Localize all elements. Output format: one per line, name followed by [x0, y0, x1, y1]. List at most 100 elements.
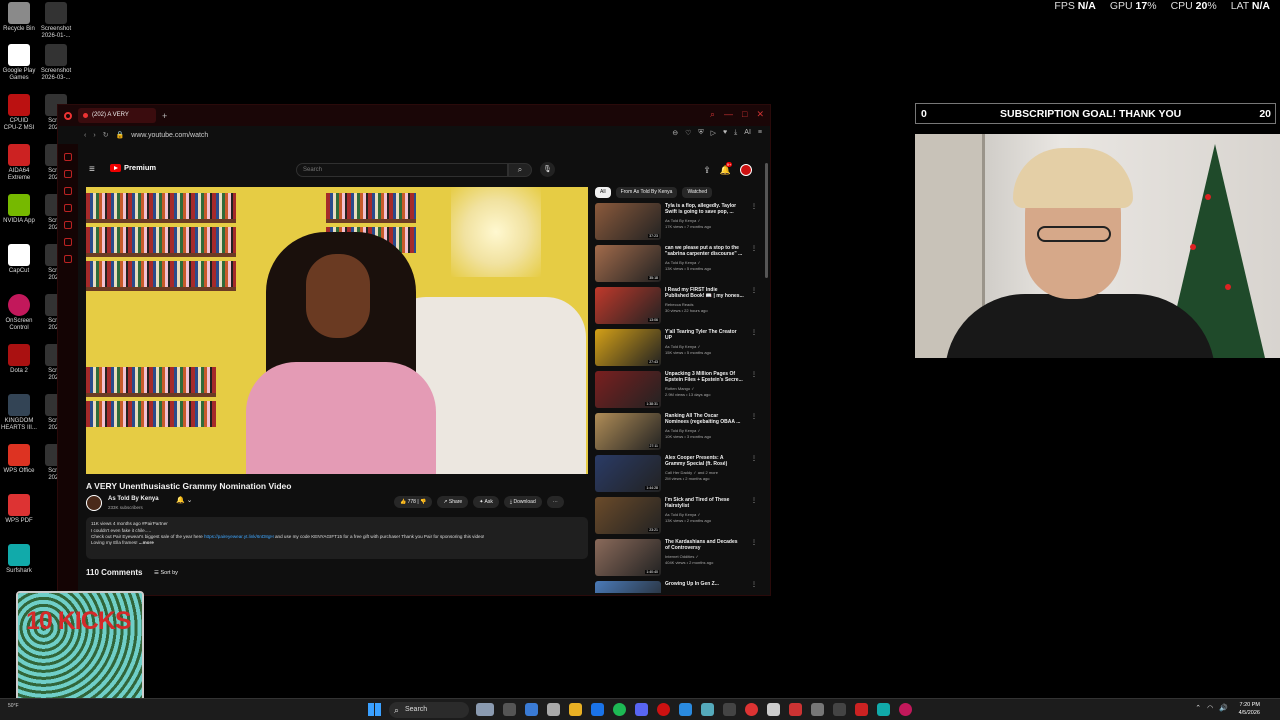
microphone-icon[interactable]: 🎙	[540, 162, 555, 177]
download-icon[interactable]: ⤓	[734, 129, 737, 137]
more-options-icon[interactable]: ⋮	[751, 329, 757, 336]
recommended-title[interactable]: Tyla is a flop, allegedly. Taylor Swift …	[665, 203, 749, 215]
recommended-video[interactable]: 27:11 Ranking All The Oscar Nominees (reg…	[595, 413, 757, 453]
capcut-icon[interactable]: CapCut	[0, 244, 38, 275]
more-options-icon[interactable]: ⋮	[751, 287, 757, 294]
app-icon[interactable]	[789, 703, 802, 716]
recommended-video[interactable]: 1:44:28 Alex Cooper Presents: A Grammy Sp…	[595, 455, 757, 495]
recommended-channel[interactable]: Internet Oddities ✓	[665, 554, 699, 559]
wps-office-icon[interactable]: WPS Office	[0, 444, 38, 475]
chip-from-channel[interactable]: From As Told By Kenya	[615, 187, 678, 198]
sidebar-app-icon[interactable]	[64, 238, 72, 246]
scrollbar[interactable]	[765, 163, 768, 278]
maximize-icon[interactable]: □	[742, 109, 747, 120]
channel-name[interactable]: As Told By Kenya	[108, 496, 159, 502]
video-thumbnail[interactable]	[595, 581, 661, 593]
search-icon[interactable]: ⌕	[710, 109, 715, 120]
sidebar-app-icon[interactable]	[64, 221, 72, 229]
nvidia-app-icon[interactable]: NVIDIA App	[0, 194, 38, 225]
recommended-video[interactable]: Growing Up In Gen Z...Tokomon ✓⋮	[595, 581, 755, 593]
kingdom-hearts-icon[interactable]: KINGDOM HEARTS III...	[0, 394, 38, 432]
recommended-channel[interactable]: Rotten Mango ✓	[665, 386, 695, 391]
onscreen-control-icon[interactable]: OnScreen Control	[0, 294, 38, 332]
screenshot-file-icon[interactable]: Screenshot 2026-01-...	[37, 2, 75, 40]
windows-start-icon[interactable]	[368, 703, 381, 716]
video-player[interactable]	[86, 187, 588, 474]
more-actions-button[interactable]: ⋯	[546, 496, 564, 508]
video-thumbnail[interactable]: 37:23	[595, 203, 661, 240]
recommended-channel[interactable]: As Told By Kenya ✓	[665, 218, 701, 223]
video-thumbnail[interactable]: 1:44:28	[595, 455, 661, 492]
recommended-video[interactable]: 1:40:40 The Kardashians and Decades of Co…	[595, 539, 757, 579]
more-options-icon[interactable]: ⋮	[751, 497, 757, 504]
search-button[interactable]: ⌕	[508, 163, 532, 177]
recommended-channel[interactable]: Rebecca Reads	[665, 302, 693, 307]
spotify-icon[interactable]	[613, 703, 626, 716]
recommended-video[interactable]: 35:18 can we please put a stop to the "sa…	[595, 245, 757, 285]
app-icon[interactable]	[833, 703, 846, 716]
recommended-video[interactable]: 27:43 Y'all Tearing Tyler The Creator UP A…	[595, 329, 757, 369]
opera-icon[interactable]	[657, 703, 670, 716]
more-options-icon[interactable]: ⋮	[751, 581, 755, 588]
opera-icon[interactable]	[64, 111, 72, 120]
edge-icon[interactable]	[591, 703, 604, 716]
notifications-icon[interactable]: 🔔 9+	[720, 161, 733, 176]
channel-avatar[interactable]	[86, 495, 102, 511]
recommended-channel[interactable]: Call Her Daddy ✓ and 2 more	[665, 470, 718, 475]
chip-watched[interactable]: Watched	[682, 187, 712, 198]
video-thumbnail[interactable]: 13:06	[595, 287, 661, 324]
network-icon[interactable]: ◠	[1207, 704, 1213, 712]
hamburger-menu-icon[interactable]: ≡	[89, 164, 95, 175]
app-icon[interactable]	[723, 703, 736, 716]
like-button[interactable]: 👍 778 | 👎	[394, 496, 433, 508]
folder-icon[interactable]	[569, 703, 582, 716]
menu-icon[interactable]: ≡	[758, 129, 762, 137]
video-thumbnail[interactable]: 1:38:31	[595, 371, 661, 408]
back-icon[interactable]: ‹	[84, 132, 86, 139]
sidebar-app-icon[interactable]	[64, 204, 72, 212]
app-icon[interactable]	[767, 703, 780, 716]
description-link[interactable]: https://paireyewear.yt.link/6nD8gH	[204, 534, 274, 539]
app-icon[interactable]	[811, 703, 824, 716]
app-icon[interactable]	[701, 703, 714, 716]
aida64-icon[interactable]: AIDA64 Extreme	[0, 144, 38, 182]
recommended-title[interactable]: Ranking All The Oscar Nominees (regebait…	[665, 413, 749, 425]
recommended-channel[interactable]: As Told By Kenya ✓	[665, 344, 701, 349]
zoom-icon[interactable]: ⊖	[672, 129, 678, 137]
forward-icon[interactable]: ›	[93, 132, 95, 139]
minimize-icon[interactable]: —	[724, 109, 733, 120]
new-tab-button[interactable]: +	[162, 111, 167, 121]
recommended-video[interactable]: 13:06 I Read my FIRST Indie Published Boo…	[595, 287, 757, 327]
shield-icon[interactable]: ⛨	[698, 129, 703, 137]
video-thumbnail[interactable]: 1:40:40	[595, 539, 661, 576]
recommended-title[interactable]: Alex Cooper Presents: A Grammy Special (…	[665, 455, 749, 467]
video-thumbnail[interactable]: 23:21	[595, 497, 661, 534]
recommended-title[interactable]: Y'all Tearing Tyler The Creator UP	[665, 329, 749, 341]
more-options-icon[interactable]: ⋮	[751, 203, 757, 210]
weather-widget[interactable]: 50°F	[8, 703, 19, 709]
surfshark-icon[interactable]	[877, 703, 890, 716]
more-options-icon[interactable]: ⋮	[751, 245, 757, 252]
chip-all[interactable]: All	[595, 187, 611, 198]
ask-button[interactable]: ✦ Ask	[473, 496, 499, 508]
recommended-title[interactable]: The Kardashians and Decades of Controver…	[665, 539, 749, 551]
account-avatar[interactable]	[740, 164, 752, 176]
copilot-icon[interactable]	[525, 703, 538, 716]
recommended-channel[interactable]: As Told By Kenya ✓	[665, 512, 701, 517]
cpu-z-icon[interactable]: CPUID CPU-Z MSI	[0, 94, 38, 132]
recommended-video[interactable]: 23:21 I'm Sick and Tired of These Hairsty…	[595, 497, 757, 537]
sort-by-button[interactable]: ☰ Sort by	[154, 570, 178, 576]
recommended-channel[interactable]: As Told By Kenya ✓	[665, 428, 701, 433]
screenshot-file-icon[interactable]: Screenshot 2026-03-...	[37, 44, 75, 82]
recommended-title[interactable]: Unpacking 3 Million Pages Of Epstein Fil…	[665, 371, 749, 383]
google-play-games-icon[interactable]: Google Play Games	[0, 44, 38, 82]
recommended-video[interactable]: 1:38:31 Unpacking 3 Million Pages Of Epst…	[595, 371, 757, 411]
widget-icon[interactable]	[476, 703, 494, 716]
close-icon[interactable]: ✕	[756, 109, 764, 120]
ai-button[interactable]: AI	[744, 129, 751, 137]
tab-youtube[interactable]: (202) A VERY Unenth...	[78, 108, 156, 133]
recommended-title[interactable]: can we please put a stop to the "sabrina…	[665, 245, 749, 257]
wps-icon[interactable]	[855, 703, 868, 716]
youtube-logo[interactable]: Premium	[110, 163, 156, 172]
task-view-icon[interactable]	[503, 703, 516, 716]
